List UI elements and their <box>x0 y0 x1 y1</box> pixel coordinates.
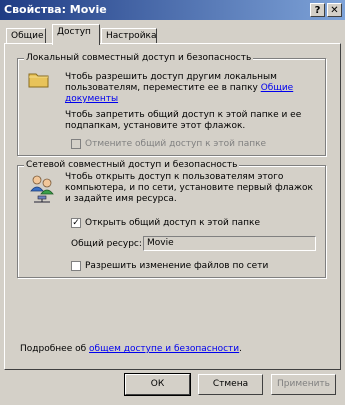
network-sharing-title: Сетевой совместный доступ и безопасность <box>24 159 240 171</box>
share-name-field[interactable]: Movie <box>143 236 316 251</box>
tab-customize[interactable]: Настройка <box>101 28 157 44</box>
tab-panel: Локальный совместный доступ и безопаснос… <box>4 43 341 370</box>
window-title: Свойства: Movie <box>4 3 107 16</box>
close-button[interactable]: ✕ <box>327 3 342 17</box>
local-sharing-group: Локальный совместный доступ и безопаснос… <box>17 52 326 156</box>
folder-icon <box>28 73 49 88</box>
local-sharing-text1: Чтобь разрешить доступ другим локальным … <box>65 72 293 105</box>
more-info-suffix: . <box>239 344 243 354</box>
network-sharing-group: Сетевой совместный доступ и безопасность… <box>17 159 326 278</box>
properties-dialog: Свойства: Movie ? ✕ Общие Доступ Настрой… <box>0 0 345 405</box>
shared-documents-link-part2[interactable]: документы <box>65 94 118 104</box>
cancel-button[interactable]: Стмена <box>198 374 263 395</box>
share-folder-checkbox[interactable]: ✓ <box>71 218 81 228</box>
more-info: Подробнее об общем доступе и безопасност… <box>20 344 242 355</box>
share-name-label: Общий ресурс: <box>71 239 142 249</box>
allow-changes-checkbox[interactable] <box>71 261 81 271</box>
help-button[interactable]: ? <box>310 3 325 17</box>
local-text1-line1: Чтобь разрешить доступ другим локальным <box>65 72 277 82</box>
make-private-label: Отмените общий доступ к этой папке <box>85 139 267 149</box>
tab-sharing[interactable]: Доступ <box>52 24 100 45</box>
local-sharing-text2: Чтобь запретить общий доступ к этой папк… <box>65 110 301 132</box>
make-private-checkbox[interactable] <box>71 139 81 149</box>
allow-changes-label: Разрешить изменение файлов по сети <box>85 261 269 271</box>
local-text1-line2: пользователям, переместите ее в папку <box>65 83 258 93</box>
local-text2-line2: подпапкам, установите этот флажок. <box>65 121 246 131</box>
tab-general[interactable]: Общие <box>6 28 46 44</box>
local-text2-line1: Чтобь запретить общий доступ к этой папк… <box>65 110 302 120</box>
local-text1-line2-container: пользователям, переместите ее в папку Об… <box>65 83 293 94</box>
apply-button[interactable]: Применить <box>271 374 336 395</box>
network-users-icon <box>30 175 54 203</box>
more-info-prefix: Подробнее об <box>20 344 87 354</box>
network-text-line1: Чтобь открыть доступ к пользователям это… <box>65 172 284 182</box>
tab-strip: Общие Доступ Настройка <box>0 24 345 45</box>
shared-documents-link-part1[interactable]: Общие <box>261 83 294 93</box>
title-bar: Свойства: Movie ? ✕ <box>0 0 345 20</box>
sharing-security-link[interactable]: общем доступе и безопасности <box>89 344 239 354</box>
local-sharing-title: Локальный совместный доступ и безопаснос… <box>24 52 254 64</box>
share-folder-label: Открыть общий доступ к этой папке <box>85 218 261 228</box>
network-text-line3: и задайте имя ресурса. <box>65 194 177 204</box>
network-text-line2: компьютера, и по сети, установите первый… <box>65 183 313 193</box>
network-sharing-text: Чтобь открыть доступ к пользователям это… <box>65 172 313 205</box>
ok-button[interactable]: ОК <box>124 373 191 396</box>
